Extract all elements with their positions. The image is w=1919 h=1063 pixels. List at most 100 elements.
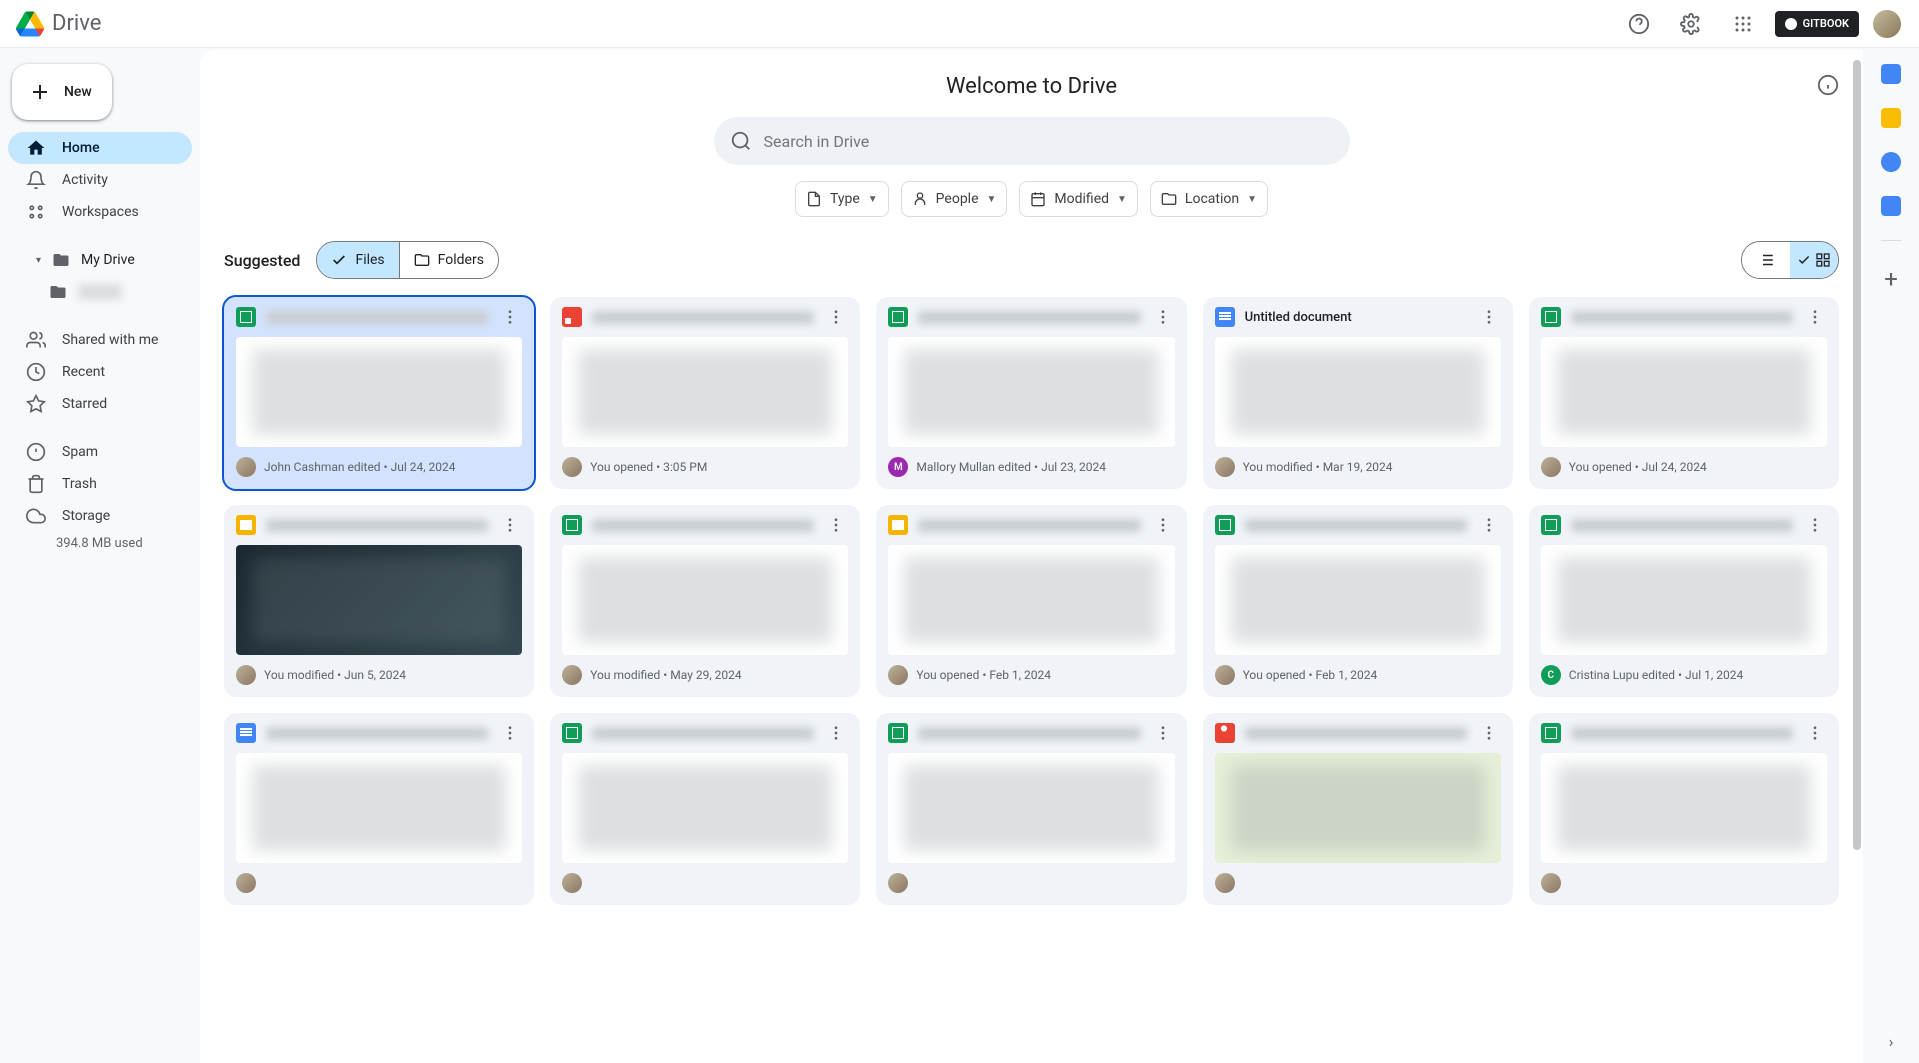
editor-avatar: C [1541, 665, 1561, 685]
list-view-button[interactable] [1742, 242, 1790, 278]
keep-app-icon[interactable] [1881, 108, 1901, 128]
file-thumbnail [562, 545, 848, 655]
more-options-icon[interactable] [498, 305, 522, 329]
tasks-app-icon[interactable] [1881, 152, 1901, 172]
nav-spam[interactable]: Spam [8, 436, 192, 468]
nav-subfolder[interactable]: Hidden [8, 276, 192, 308]
nav-recent[interactable]: Recent [8, 356, 192, 388]
side-panel-collapse[interactable]: › [1889, 1032, 1894, 1051]
more-options-icon[interactable] [1151, 513, 1175, 537]
filter-people[interactable]: People▼ [901, 181, 1008, 217]
new-button-label: New [64, 84, 92, 100]
app-name: Drive [52, 11, 101, 36]
gitbook-chip[interactable]: GITBOOK [1775, 11, 1859, 37]
file-card[interactable]: ██████ [1529, 713, 1839, 905]
filter-location[interactable]: Location▼ [1150, 181, 1268, 217]
file-meta: You opened • Jul 24, 2024 [1569, 460, 1707, 474]
file-thumbnail [888, 545, 1174, 655]
more-options-icon[interactable] [1477, 513, 1501, 537]
nav-activity[interactable]: Activity [8, 164, 192, 196]
file-title: ██████████ [592, 519, 814, 532]
nav-my-drive[interactable]: ▾My Drive [8, 244, 192, 276]
more-options-icon[interactable] [498, 721, 522, 745]
search-bar[interactable] [714, 117, 1350, 165]
file-thumbnail [1541, 545, 1827, 655]
main-content: Welcome to Drive Type▼ People▼ Modified▼… [200, 50, 1863, 1063]
more-options-icon[interactable] [1803, 513, 1827, 537]
cloud-icon [26, 506, 46, 526]
editor-avatar [1541, 457, 1561, 477]
toggle-files[interactable]: Files [317, 242, 398, 278]
file-card[interactable]: ██████████ You opened • 3:05 PM [550, 297, 860, 489]
file-thumbnail [1215, 337, 1501, 447]
new-button[interactable]: New [12, 64, 112, 120]
file-card[interactable]: ████████████████████ [1203, 713, 1513, 905]
nav-trash[interactable]: Trash [8, 468, 192, 500]
editor-avatar [888, 665, 908, 685]
search-input[interactable] [764, 132, 1334, 151]
file-thumbnail [562, 753, 848, 863]
contacts-app-icon[interactable] [1881, 196, 1901, 216]
file-card[interactable]: Untitled document You modified • Mar 19,… [1203, 297, 1513, 489]
sheets-icon [1541, 307, 1561, 327]
file-card[interactable]: ████ [550, 713, 860, 905]
more-options-icon[interactable] [824, 305, 848, 329]
file-thumbnail [236, 337, 522, 447]
nav-shared[interactable]: Shared with me [8, 324, 192, 356]
file-card[interactable]: ████████████████████ You opened • Feb 1,… [1203, 505, 1513, 697]
file-card[interactable]: ████████ You modified • Jun 5, 2024 [224, 505, 534, 697]
chevron-down-icon: ▼ [1247, 194, 1257, 205]
file-card[interactable]: ████████████████████ MMallory Mullan edi… [876, 297, 1186, 489]
nav-label: Hidden [78, 284, 122, 300]
file-card[interactable]: ████████████████████ [224, 713, 534, 905]
file-card[interactable]: ██████████████████████ [876, 713, 1186, 905]
file-card[interactable]: ██████████████████████ CCristina Lupu ed… [1529, 505, 1839, 697]
nav-home[interactable]: Home [8, 132, 192, 164]
editor-avatar [1215, 873, 1235, 893]
file-title: ██████████████████████ [266, 311, 488, 324]
file-thumbnail [1541, 337, 1827, 447]
more-options-icon[interactable] [1151, 305, 1175, 329]
apps-icon[interactable] [1723, 4, 1763, 44]
sheets-icon [562, 515, 582, 535]
folder-icon [1161, 191, 1177, 207]
drive-logo[interactable]: Drive [16, 10, 101, 38]
more-options-icon[interactable] [824, 513, 848, 537]
more-options-icon[interactable] [824, 721, 848, 745]
grid-view-button[interactable] [1790, 242, 1838, 278]
file-card[interactable]: ████████████████ You opened • Feb 1, 202… [876, 505, 1186, 697]
nav-label: Recent [62, 364, 105, 380]
settings-icon[interactable] [1671, 4, 1711, 44]
nav-workspaces[interactable]: Workspaces [8, 196, 192, 228]
more-options-icon[interactable] [1477, 721, 1501, 745]
home-icon [26, 138, 46, 158]
shared-folder-icon [48, 283, 68, 301]
file-meta: You modified • May 29, 2024 [590, 668, 741, 682]
help-icon[interactable] [1619, 4, 1659, 44]
nav-starred[interactable]: Starred [8, 388, 192, 420]
more-options-icon[interactable] [1151, 721, 1175, 745]
more-options-icon[interactable] [1803, 305, 1827, 329]
file-card[interactable]: ██████████████████████ John Cashman edit… [224, 297, 534, 489]
divider [1881, 240, 1901, 241]
toggle-folders[interactable]: Folders [399, 242, 498, 278]
scrollbar[interactable] [1853, 60, 1861, 850]
gitbook-label: GITBOOK [1803, 17, 1849, 30]
nav-storage[interactable]: Storage [8, 500, 192, 532]
more-options-icon[interactable] [498, 513, 522, 537]
file-card[interactable]: ██████████████████ You opened • Jul 24, … [1529, 297, 1839, 489]
calendar-app-icon[interactable] [1881, 64, 1901, 84]
more-options-icon[interactable] [1477, 305, 1501, 329]
file-title: Untitled document [1245, 310, 1467, 325]
user-avatar[interactable] [1871, 8, 1903, 40]
star-icon [26, 394, 46, 414]
filter-modified[interactable]: Modified▼ [1019, 181, 1138, 217]
filter-type[interactable]: Type▼ [795, 181, 889, 217]
file-thumbnail [1541, 753, 1827, 863]
file-card[interactable]: ██████████ You modified • May 29, 2024 [550, 505, 860, 697]
people-icon [26, 330, 46, 350]
chevron-down-icon: ▼ [987, 194, 997, 205]
info-icon[interactable] [1817, 74, 1839, 96]
more-options-icon[interactable] [1803, 721, 1827, 745]
add-addon-button[interactable]: + [1884, 265, 1898, 293]
